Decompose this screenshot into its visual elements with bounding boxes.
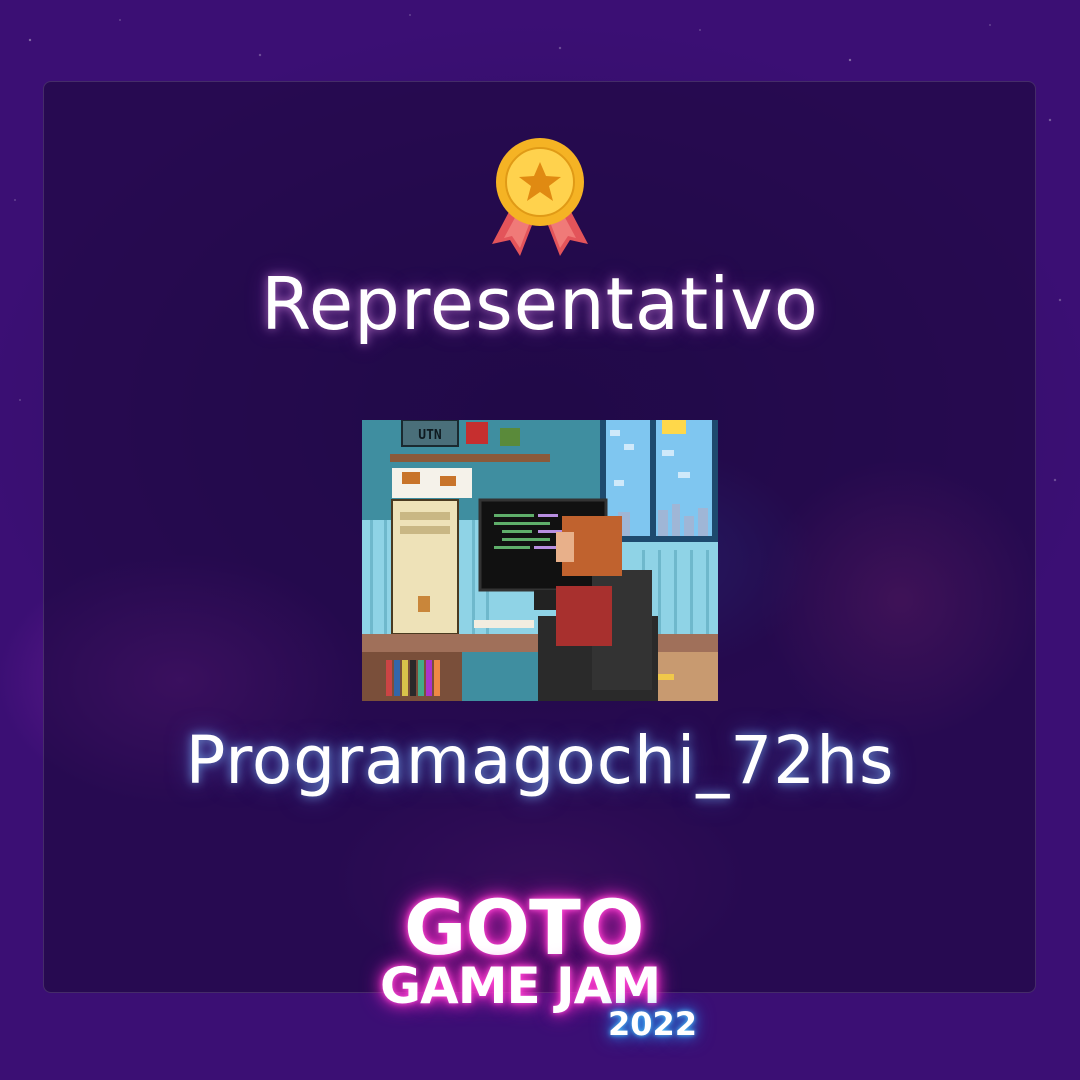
goto-game-jam-logo: GOTO GAME JAM 2022 <box>340 888 740 1048</box>
logo-line-goto: GOTO <box>404 883 644 972</box>
pixel-art-scene: UTN <box>362 420 718 701</box>
shelf-sign-text: UTN <box>418 428 442 443</box>
game-screenshot: UTN <box>362 420 718 701</box>
game-name: Programagochi_72hs <box>185 722 895 799</box>
award-title: Representativo <box>261 262 819 346</box>
medal-icon <box>492 138 588 256</box>
logo-year: 2022 <box>608 1005 698 1043</box>
